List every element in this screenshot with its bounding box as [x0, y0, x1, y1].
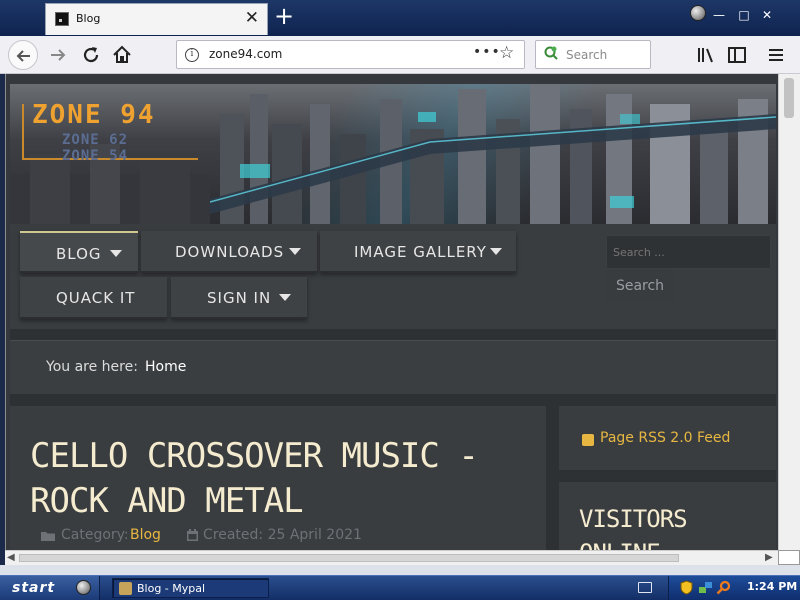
chevron-down-icon: [279, 294, 291, 301]
chevron-down-icon: [490, 248, 502, 255]
folder-icon: [41, 532, 55, 541]
minimize-button[interactable]: —: [712, 8, 726, 22]
breadcrumb: You are here: Home: [10, 340, 776, 394]
article-title[interactable]: CELLO CROSSOVER MUSIC - ROCK AND METAL: [30, 434, 530, 524]
search-placeholder: Search: [566, 48, 608, 62]
scroll-right-icon[interactable]: ▶: [765, 552, 773, 563]
menu-label: DOWNLOADS: [175, 243, 285, 261]
calendar-icon: [187, 529, 198, 541]
category-prefix: Category:: [61, 527, 129, 543]
home-icon[interactable]: [109, 42, 135, 68]
taskbar-item-label: Blog - Mypal: [137, 582, 206, 595]
search-tray-icon[interactable]: [716, 580, 731, 595]
article-card: CELLO CROSSOVER MUSIC - ROCK AND METAL C…: [10, 406, 546, 550]
network-icon[interactable]: [698, 580, 713, 595]
search-engine-icon[interactable]: [544, 46, 558, 60]
start-label: start: [12, 580, 56, 596]
menu-label: IMAGE GALLERY: [354, 243, 487, 261]
breadcrumb-prefix: You are here:: [46, 359, 138, 375]
menu-label: QUACK IT: [56, 289, 136, 307]
horizontal-scrollbar[interactable]: ◀ ▶: [5, 550, 778, 565]
menu-item-quack-it[interactable]: QUACK IT: [20, 277, 167, 319]
start-button[interactable]: start: [0, 576, 100, 600]
new-tab-button[interactable]: +: [274, 2, 294, 30]
maximize-button[interactable]: □: [737, 8, 751, 22]
close-window-button[interactable]: ✕: [760, 8, 774, 22]
visitors-title: VISITORS ONLINE: [579, 505, 688, 550]
security-shield-icon[interactable]: [679, 580, 694, 595]
tab-blog[interactable]: Blog ✕: [45, 3, 268, 35]
scroll-corner: [778, 550, 800, 565]
bookmark-star-icon[interactable]: ☆: [499, 43, 514, 63]
system-logo-icon: [690, 5, 706, 21]
logo-sub-2: ZONE 54: [62, 148, 129, 164]
url-text[interactable]: zone94.com: [209, 47, 282, 61]
reload-icon[interactable]: [78, 42, 104, 68]
category-link[interactable]: Blog: [130, 527, 161, 543]
menu-item-image-gallery[interactable]: IMAGE GALLERY: [320, 231, 516, 273]
tab-strip: Blog ✕ + — □ ✕: [0, 0, 800, 36]
back-button[interactable]: [8, 40, 38, 70]
page-actions-icon[interactable]: •••: [473, 44, 501, 60]
library-icon[interactable]: [695, 44, 717, 66]
horizontal-scroll-thumb[interactable]: [19, 554, 679, 562]
keyboard-layout-icon[interactable]: [638, 582, 652, 593]
mypal-app-icon: [119, 582, 132, 595]
vertical-scroll-thumb[interactable]: [784, 78, 794, 118]
logo-sub-1: ZONE 62: [62, 132, 129, 148]
page-content: ZONE 94 ZONE 62 ZONE 54 BLOG DOWNLOADS I…: [10, 84, 776, 550]
rss-box: Page RSS 2.0 Feed: [559, 406, 776, 470]
hamburger-menu-icon[interactable]: [765, 44, 787, 66]
browser-search-input[interactable]: Search: [535, 40, 651, 69]
menu-label: BLOG: [56, 245, 102, 263]
site-search-button[interactable]: Search: [606, 270, 674, 302]
menu-label: SIGN IN: [207, 289, 272, 307]
site-search-input[interactable]: [606, 235, 771, 269]
chevron-down-icon: [110, 250, 122, 257]
tab-title: Blog: [76, 12, 101, 25]
breadcrumb-home-link[interactable]: Home: [145, 359, 186, 375]
visitors-online-box: VISITORS ONLINE: [559, 482, 776, 550]
clock: 1:24 PM: [747, 580, 798, 593]
taskbar-item-mypal[interactable]: Blog - Mypal: [112, 578, 269, 598]
close-tab-icon[interactable]: ✕: [245, 8, 259, 28]
navigation-toolbar: i zone94.com ••• ☆ Search: [0, 36, 800, 74]
vertical-scrollbar[interactable]: [778, 74, 800, 550]
main-menu: BLOG DOWNLOADS IMAGE GALLERY QUACK IT SI…: [10, 224, 776, 329]
page-viewport: ZONE 94 ZONE 62 ZONE 54 BLOG DOWNLOADS I…: [5, 74, 778, 550]
menu-item-downloads[interactable]: DOWNLOADS: [141, 231, 317, 273]
chevron-down-icon: [289, 248, 301, 255]
menu-item-sign-in[interactable]: SIGN IN: [171, 277, 307, 319]
scroll-left-icon[interactable]: ◀: [7, 552, 15, 563]
rss-feed-link[interactable]: Page RSS 2.0 Feed: [600, 430, 730, 446]
site-info-icon[interactable]: i: [185, 48, 199, 62]
menu-item-blog[interactable]: BLOG: [20, 231, 138, 273]
start-logo-icon: [76, 580, 91, 595]
status-strip: [0, 565, 800, 575]
sidebar-icon[interactable]: [726, 44, 748, 66]
forward-arrow-icon[interactable]: [45, 42, 71, 68]
taskbar: start Blog - Mypal 1:24 PM: [0, 575, 800, 600]
rss-icon: [582, 434, 594, 446]
site-banner: ZONE 94 ZONE 62 ZONE 54: [10, 84, 776, 224]
site-logo[interactable]: ZONE 94: [32, 100, 156, 130]
url-bar[interactable]: i zone94.com ••• ☆: [176, 40, 525, 69]
back-arrow-icon: [16, 50, 30, 62]
created-date: Created: 25 April 2021: [203, 527, 362, 543]
site-favicon-icon: [55, 12, 69, 26]
